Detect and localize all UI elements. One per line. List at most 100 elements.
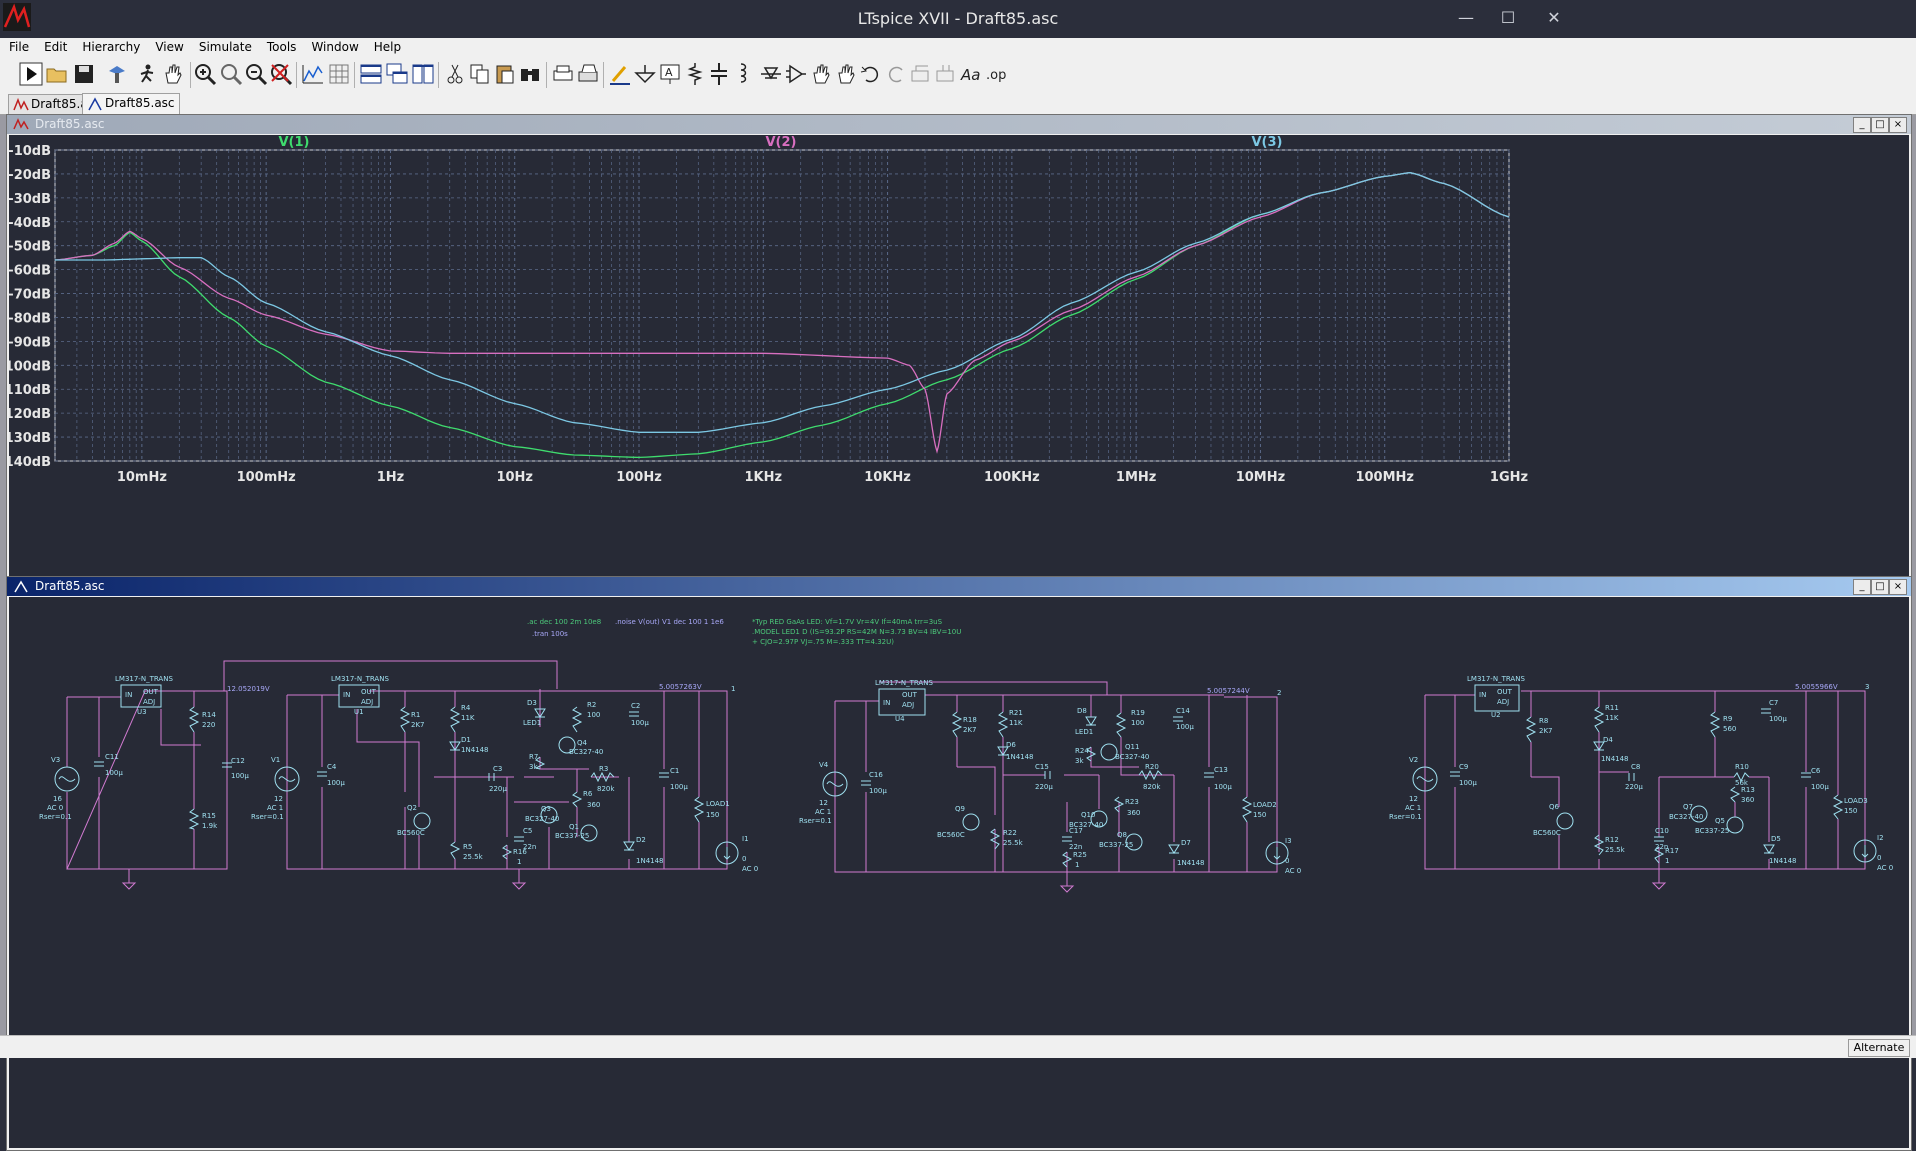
print-setup-icon[interactable] [550, 61, 576, 87]
trace-legend-1[interactable]: V(1) [279, 135, 310, 150]
paste-icon[interactable] [492, 61, 518, 87]
capacitor-c4[interactable] [317, 771, 327, 777]
ground-icon[interactable] [632, 61, 658, 87]
diode-icon[interactable] [758, 61, 784, 87]
resistor-load3[interactable] [1832, 794, 1844, 820]
resistor-r5[interactable] [450, 841, 461, 860]
capacitor-c14[interactable] [1173, 716, 1183, 722]
resistor-r2[interactable] [571, 706, 583, 733]
resistor-r8[interactable] [1525, 716, 1537, 743]
undo-icon[interactable] [858, 61, 884, 87]
capacitor-c16[interactable] [861, 780, 871, 786]
schematic-canvas[interactable]: .ac dec 100 2m 10e8 .tran 100s .noise V(… [9, 597, 1909, 1148]
window-close-icon[interactable]: × [1889, 579, 1907, 595]
close-icon[interactable]: ✕ [1534, 6, 1574, 30]
resistor-r19[interactable] [1115, 712, 1127, 738]
diode-d2[interactable] [623, 841, 635, 851]
copy-icon[interactable] [467, 61, 493, 87]
voltage-source-v3[interactable] [54, 766, 80, 792]
noise-directive[interactable]: .noise V(out) V1 dec 100 1 1e6 [615, 618, 724, 626]
trace-legend-2[interactable]: V(2) [766, 135, 797, 150]
move-icon[interactable] [808, 61, 834, 87]
diode-d7[interactable] [1168, 844, 1180, 854]
zoom-out-icon[interactable] [243, 61, 269, 87]
transistor-q6[interactable] [1556, 812, 1574, 830]
spice-directive-icon[interactable]: .op [984, 61, 1010, 87]
resistor-load2[interactable] [1241, 796, 1253, 823]
zoom-in-icon[interactable] [192, 61, 218, 87]
resistor-r14[interactable] [188, 706, 200, 733]
drag-icon[interactable] [833, 61, 859, 87]
resistor-r6[interactable] [572, 791, 583, 808]
window-close-icon[interactable]: × [1889, 117, 1907, 133]
led-model-cont[interactable]: + CJO=2.97P VJ=.75 M=.333 TT=4.32U) [752, 638, 894, 646]
led-d8[interactable] [1085, 716, 1097, 726]
run-icon[interactable] [18, 61, 44, 87]
tile-horizontal-icon[interactable] [358, 61, 384, 87]
label-net-icon[interactable]: A [657, 61, 683, 87]
window-minimize-icon[interactable]: _ [1853, 579, 1871, 595]
resistor-r21[interactable] [997, 711, 1009, 738]
mirror-icon[interactable] [933, 61, 959, 87]
transistor-q2[interactable] [413, 812, 431, 830]
capacitor-c10[interactable] [1654, 836, 1664, 842]
save-icon[interactable] [71, 61, 97, 87]
trace-legend-3[interactable]: V(3) [1252, 135, 1283, 150]
resistor-r9[interactable] [1709, 711, 1721, 738]
schematic-window-titlebar[interactable]: Draft85.asc _ □ × [7, 577, 1911, 596]
tab-schematic[interactable]: Draft85.asc [82, 93, 180, 115]
grid-icon[interactable] [326, 61, 352, 87]
resistor-r1[interactable] [399, 706, 411, 733]
menu-hierarchy[interactable]: Hierarchy [73, 38, 146, 54]
open-icon[interactable] [44, 61, 70, 87]
capacitor-c8[interactable] [1628, 773, 1635, 781]
plot-window-titlebar[interactable]: Draft85.asc _ □ × [7, 115, 1911, 134]
capacitor-icon[interactable] [706, 61, 732, 87]
component-icon[interactable] [783, 61, 809, 87]
halt-icon[interactable] [134, 61, 160, 87]
menu-simulate[interactable]: Simulate [190, 38, 258, 54]
capacitor-c17[interactable] [1062, 836, 1072, 842]
capacitor-c2[interactable] [629, 711, 639, 717]
capacitor-c6[interactable] [1801, 772, 1811, 778]
ac-directive[interactable]: .ac dec 100 2m 10e8 [527, 618, 601, 626]
transistor-q9[interactable] [962, 813, 980, 831]
plot-pane[interactable]: -10dB -20dB -30dB -40dB -50dB -60dB -70dB -80dB… [0, 135, 1909, 581]
draw-wire-icon[interactable] [607, 61, 633, 87]
menu-window[interactable]: Window [302, 38, 364, 54]
resistor-r13[interactable] [1730, 786, 1741, 803]
menu-file[interactable]: File [0, 38, 35, 54]
schematic-drawing[interactable]: .ac dec 100 2m 10e8 .tran 100s .noise V(… [9, 597, 1909, 1148]
diode-d5[interactable] [1763, 844, 1775, 854]
bode-plot[interactable]: -10dB -20dB -30dB -40dB -50dB -60dB -70dB -80dB… [0, 135, 1909, 581]
control-panel-icon[interactable] [104, 61, 130, 87]
trace-3[interactable] [55, 172, 1510, 433]
menu-tools[interactable]: Tools [258, 38, 303, 54]
trace-2[interactable] [54, 172, 1510, 454]
capacitor-c15[interactable] [1044, 771, 1051, 779]
cut-icon[interactable] [442, 61, 468, 87]
print-icon[interactable] [575, 61, 601, 87]
menu-edit[interactable]: Edit [35, 38, 73, 54]
led-model-line[interactable]: .MODEL LED1 D (IS=93.2P RS=42M N=3.73 BV… [752, 628, 961, 636]
zoom-fit-icon[interactable] [268, 61, 294, 87]
inductor-icon[interactable] [730, 61, 756, 87]
menu-help[interactable]: Help [365, 38, 407, 54]
resistor-r18[interactable] [951, 711, 963, 738]
window-minimize-icon[interactable]: _ [1853, 117, 1871, 133]
tile-vertical-icon[interactable] [410, 61, 436, 87]
resistor-r4[interactable] [449, 706, 461, 733]
find-icon[interactable] [517, 61, 543, 87]
led-comment[interactable]: *Typ RED GaAs LED: Vf=1.7V Vr=4V If=40mA… [752, 618, 943, 626]
cascade-icon[interactable] [384, 61, 410, 87]
rotate-icon[interactable] [908, 61, 934, 87]
transistor-q5[interactable] [1726, 816, 1744, 834]
resistor-icon[interactable] [682, 61, 708, 87]
capacitor-c9[interactable] [1450, 771, 1460, 777]
tran-directive[interactable]: .tran 100s [532, 630, 568, 638]
zoom-area-icon[interactable] [218, 61, 244, 87]
redo-icon[interactable] [883, 61, 909, 87]
capacitor-c1[interactable] [659, 772, 669, 778]
capacitor-c5[interactable] [514, 836, 524, 842]
resistor-r11[interactable] [1593, 706, 1605, 733]
